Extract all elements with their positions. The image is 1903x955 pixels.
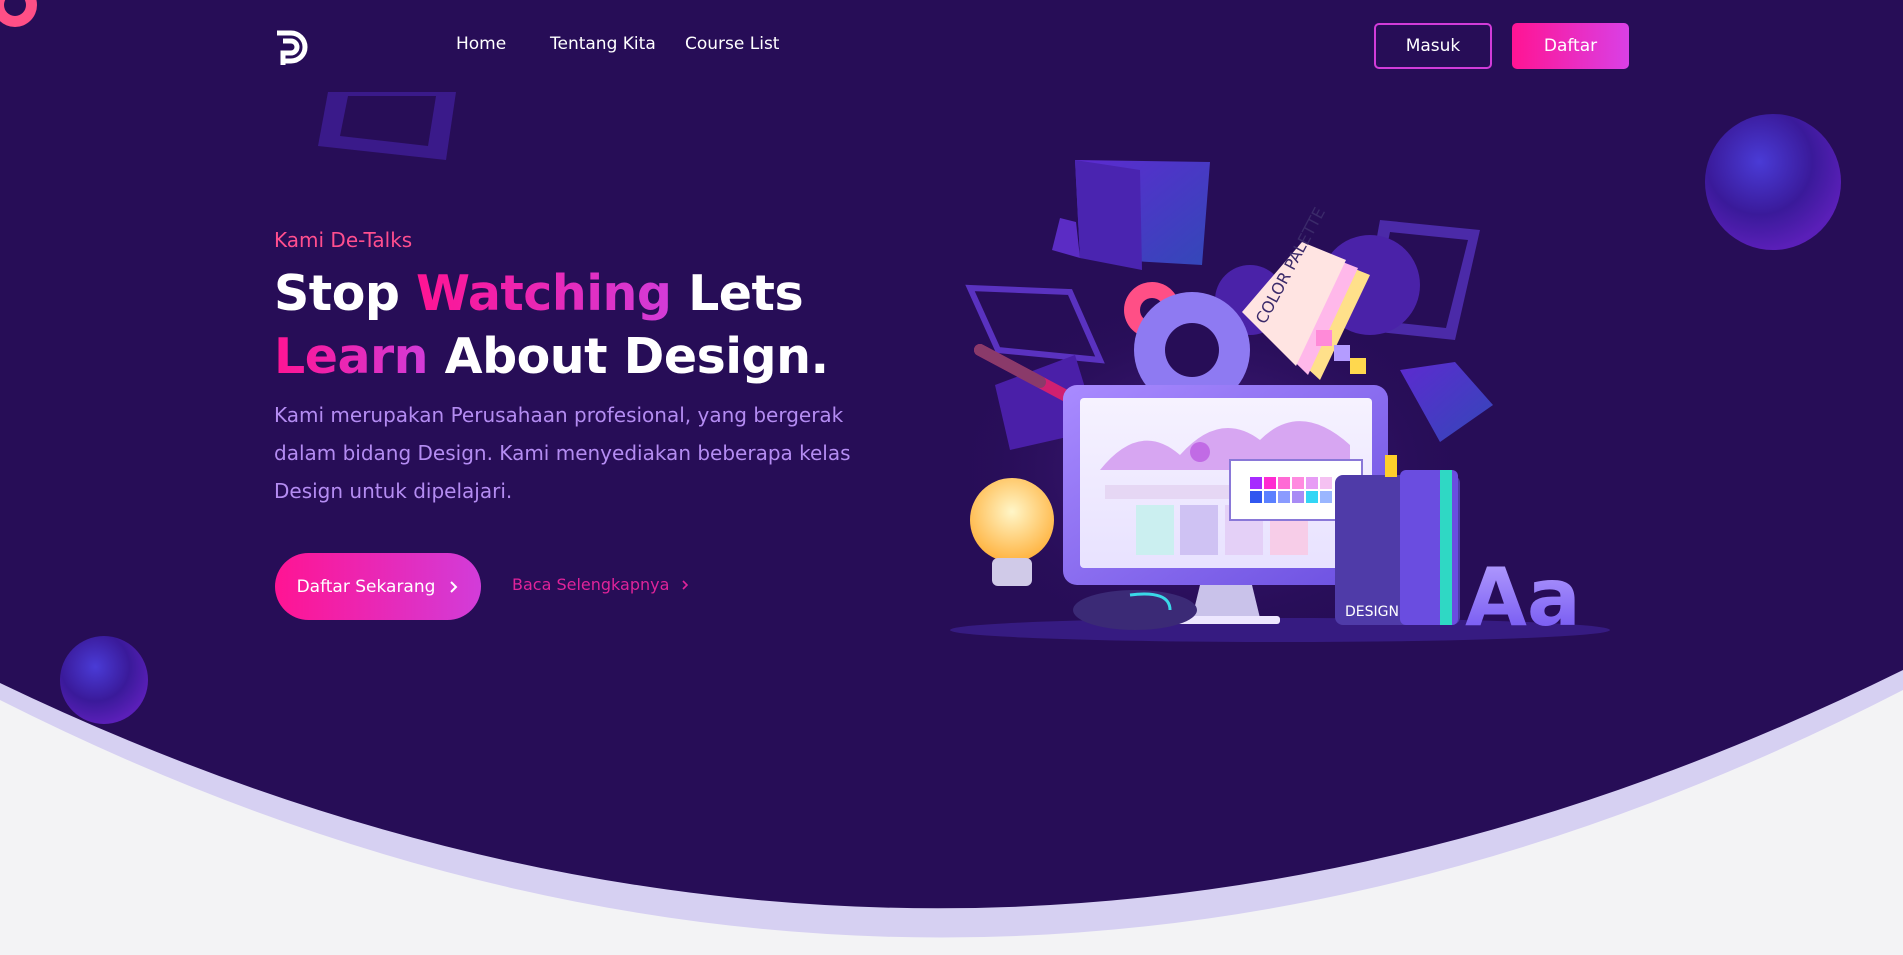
hero-headline: Stop Watching Lets Learn About Design. — [274, 262, 829, 388]
chevron-right-icon — [450, 580, 458, 593]
hero-description: Kami merupakan Perusahaan profesional, y… — [274, 403, 851, 503]
hero-eyebrow: Kami De-Talks — [274, 228, 413, 252]
floating-sphere-right — [1705, 114, 1841, 250]
nav-link-course-list[interactable]: Course List — [685, 34, 779, 54]
headline-highlight: Watching — [416, 265, 672, 322]
login-button[interactable]: Masuk — [1374, 23, 1492, 69]
brand-logo-icon[interactable] — [271, 25, 313, 67]
top-navigation: Home Tentang Kita Course List Masuk Daft… — [0, 0, 1903, 95]
letters-aa: Aa — [1465, 551, 1581, 644]
register-now-button[interactable]: Daftar Sekarang — [275, 553, 481, 620]
floating-cube-shape — [1052, 160, 1210, 270]
hero-illustration: COLOR PALETTE DESIGN Aa — [950, 160, 1610, 650]
computer-mouse-icon — [1073, 590, 1197, 630]
register-button[interactable]: Daftar — [1512, 23, 1629, 69]
read-more-link[interactable]: Baca Selengkapnya — [512, 575, 689, 594]
chevron-right-icon — [682, 579, 689, 590]
headline-word: Stop — [274, 265, 400, 322]
headline-highlight: Learn — [274, 328, 429, 385]
nav-link-home[interactable]: Home — [456, 34, 506, 54]
cta-label: Daftar Sekarang — [296, 576, 436, 597]
headline-word: Lets — [688, 265, 804, 322]
floating-sphere-left — [60, 636, 148, 724]
headline-word: About Design. — [444, 328, 829, 385]
nav-link-tentang-kita[interactable]: Tentang Kita — [550, 34, 656, 54]
design-book-illustration: DESIGN — [1335, 455, 1460, 625]
book-label: DESIGN — [1345, 604, 1399, 620]
read-more-label: Baca Selengkapnya — [512, 575, 670, 594]
